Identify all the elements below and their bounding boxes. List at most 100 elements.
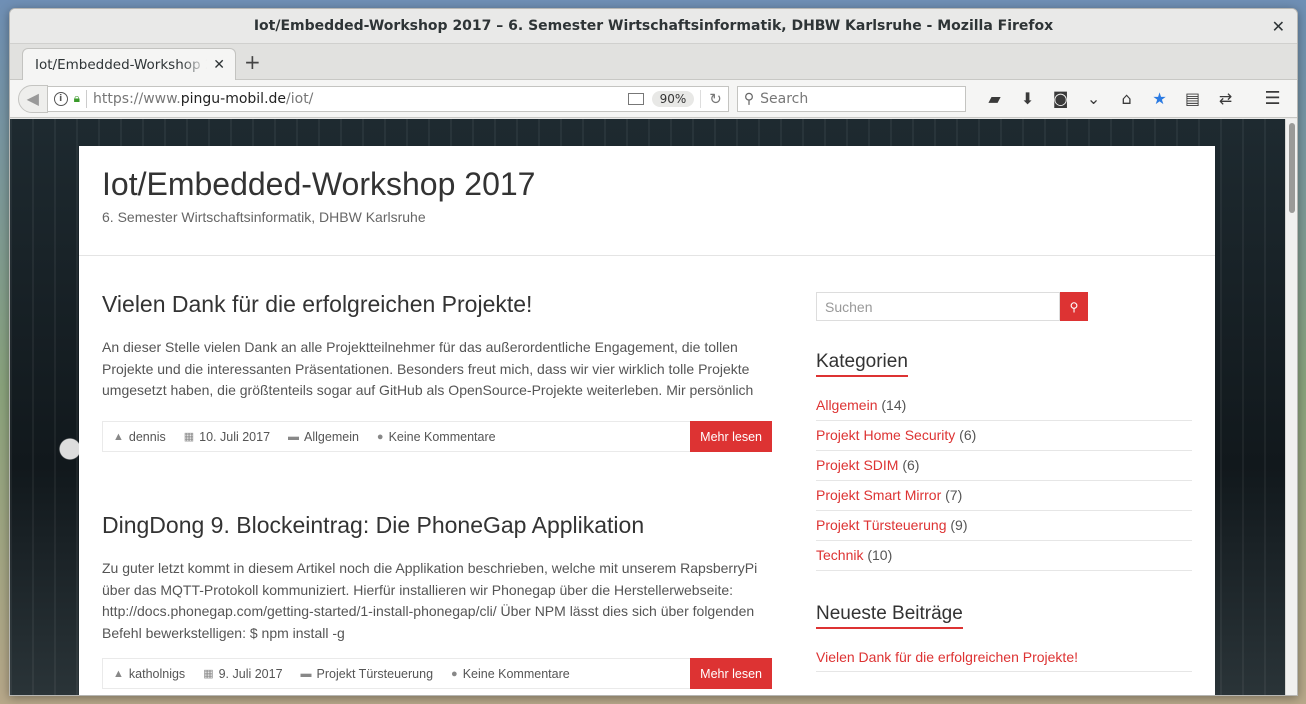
post-comments[interactable]: ● Keine Kommentare [377, 430, 496, 444]
category-count: (14) [877, 397, 907, 413]
reload-icon[interactable]: ↻ [700, 89, 722, 108]
zoom-indicator[interactable]: 90% [651, 90, 695, 107]
url-path: /iot/ [286, 90, 314, 107]
author-name: katholnigs [128, 666, 186, 681]
user-icon: ▲ [113, 430, 124, 443]
tab-close-icon[interactable]: ✕ [213, 57, 225, 73]
category-item: Projekt Home Security (6) [816, 421, 1192, 451]
screenshot-icon[interactable]: ◙ [1044, 89, 1077, 108]
url-prefix: https://www. [93, 90, 181, 107]
category-count: (10) [863, 547, 893, 563]
dropdown-icon[interactable]: ⌄ [1077, 89, 1110, 108]
post-date[interactable]: ▦ 10. Juli 2017 [184, 430, 270, 444]
category-item: Technik (10) [816, 541, 1192, 571]
url-text[interactable]: https://www.pingu-mobil.de/iot/ [93, 91, 628, 107]
folder-icon: ▬ [288, 430, 300, 443]
url-bar[interactable]: i 🔒︎ https://www.pingu-mobil.de/iot/ 90%… [47, 85, 729, 112]
post-author[interactable]: ▲ katholnigs [113, 667, 185, 681]
post-author[interactable]: ▲ dennis [113, 430, 166, 444]
sync-icon[interactable]: ⇄ [1209, 89, 1242, 108]
date-text: 10. Juli 2017 [199, 429, 271, 444]
comment-icon: ● [376, 430, 384, 443]
sidebar: ⚲ Kategorien Allgemein (14) Projekt Home… [816, 292, 1192, 672]
category-link[interactable]: Projekt SDIM [816, 457, 898, 473]
search-bar[interactable]: ⚲ Search [736, 85, 967, 112]
comments-text: Keine Kommentare [462, 666, 570, 681]
sidebar-search-input[interactable] [816, 292, 1060, 321]
recent-post-item: Vielen Dank für die erfolgreichen Projek… [816, 649, 1192, 672]
calendar-icon: ▦ [203, 668, 214, 680]
lock-icon: 🔒︎ [73, 91, 81, 105]
browser-window: Iot/Embedded-Workshop 2017 – 6. Semester… [9, 8, 1298, 696]
site-title[interactable]: Iot/Embedded-Workshop 2017 [102, 166, 1215, 203]
recent-posts-widget: Neueste Beiträge Vielen Dank für die erf… [816, 603, 1192, 672]
categories-widget: Kategorien Allgemein (14) Projekt Home S… [816, 351, 1192, 571]
home-icon[interactable]: ⌂ [1110, 89, 1143, 108]
page-container: Iot/Embedded-Workshop 2017 6. Semester W… [79, 146, 1215, 695]
category-item: Projekt Smart Mirror (7) [816, 481, 1192, 511]
read-more-button[interactable]: Mehr lesen [690, 658, 772, 689]
reading-list-icon[interactable]: ▤ [1176, 89, 1209, 108]
post-title[interactable]: DingDong 9. Blockeintrag: Die PhoneGap A… [102, 512, 772, 539]
comments-text: Keine Kommentare [388, 429, 496, 444]
category-link[interactable]: Projekt Home Security [816, 427, 955, 443]
category-text: Allgemein [304, 429, 359, 444]
post-item: DingDong 9. Blockeintrag: Die PhoneGap A… [102, 512, 772, 689]
post-meta: ▲ katholnigs ▦ 9. Juli 2017 ▬ Projekt Türst… [102, 658, 772, 689]
tab-label: Iot/Embedded-Workshop 2017 – 6. Semester [35, 56, 207, 73]
bookmark-star-icon[interactable]: ★ [1143, 89, 1176, 108]
post-category[interactable]: ▬ Projekt Türsteuerung [301, 667, 434, 681]
post-date[interactable]: ▦ 9. Juli 2017 [203, 667, 282, 681]
category-count: (6) [898, 457, 920, 473]
tab-active[interactable]: Iot/Embedded-Workshop 2017 – 6. Semester… [22, 48, 236, 80]
reader-view-icon[interactable] [627, 92, 644, 105]
window-close-icon[interactable]: ✕ [1272, 17, 1285, 36]
category-link[interactable]: Allgemein [816, 397, 877, 413]
calendar-icon: ▦ [183, 431, 195, 443]
navigation-toolbar: ◀ i 🔒︎ https://www.pingu-mobil.de/iot/ 9… [10, 80, 1297, 118]
read-more-button[interactable]: Mehr lesen [690, 421, 772, 452]
category-item: Projekt Türsteuerung (9) [816, 511, 1192, 541]
category-link[interactable]: Technik [816, 547, 863, 563]
post-excerpt: Zu guter letzt kommt in diesem Artikel n… [102, 560, 758, 641]
pocket-icon[interactable]: ▰ [978, 89, 1011, 108]
category-link[interactable]: Projekt Smart Mirror [816, 487, 941, 503]
back-button[interactable]: ◀ [18, 84, 48, 113]
comment-icon: ● [451, 667, 458, 680]
categories-title: Kategorien [816, 351, 908, 377]
toolbar-icons: ▰ ⬇ ◙ ⌄ ⌂ ★ ▤ ⇄ ☰ [978, 88, 1289, 109]
recent-posts-title: Neueste Beiträge [816, 603, 963, 629]
category-count: (7) [941, 487, 963, 503]
page-viewport: Iot/Embedded-Workshop 2017 6. Semester W… [10, 119, 1297, 695]
search-placeholder: Search [760, 90, 809, 107]
post-meta: ▲ dennis ▦ 10. Juli 2017 ▬ Allgemein ● Keine… [102, 421, 772, 452]
sidebar-search-button[interactable]: ⚲ [1060, 292, 1088, 321]
post-excerpt: An dieser Stelle vielen Dank an alle Pro… [102, 339, 754, 398]
back-arrow-icon: ◀ [26, 89, 39, 108]
window-title: Iot/Embedded-Workshop 2017 – 6. Semester… [253, 18, 1054, 34]
recent-posts-list: Vielen Dank für die erfolgreichen Projek… [816, 649, 1192, 672]
date-text: 9. Juli 2017 [218, 666, 283, 681]
category-count: (6) [955, 427, 977, 443]
search-icon: ⚲ [743, 90, 755, 107]
site-info-icon[interactable]: i [53, 91, 68, 106]
category-text: Projekt Türsteuerung [316, 666, 434, 681]
post-category[interactable]: ▬ Allgemein [288, 430, 359, 444]
post-item: Vielen Dank für die erfolgreichen Projek… [102, 291, 772, 452]
post-title[interactable]: Vielen Dank für die erfolgreichen Projek… [102, 291, 772, 318]
category-item: Projekt SDIM (6) [816, 451, 1192, 481]
post-list: Vielen Dank für die erfolgreichen Projek… [102, 291, 772, 689]
search-icon: ⚲ [1069, 299, 1079, 314]
new-tab-icon[interactable]: + [244, 52, 261, 72]
download-icon[interactable]: ⬇ [1011, 89, 1044, 108]
title-bar: Iot/Embedded-Workshop 2017 – 6. Semester… [10, 9, 1297, 44]
scrollbar-thumb[interactable] [1289, 123, 1295, 213]
vertical-scrollbar[interactable] [1285, 119, 1297, 695]
site-description: 6. Semester Wirtschaftsinformatik, DHBW … [102, 209, 426, 225]
post-comments[interactable]: ● Keine Kommentare [451, 667, 570, 681]
category-link[interactable]: Projekt Türsteuerung [816, 517, 946, 533]
category-item: Allgemein (14) [816, 391, 1192, 421]
site-header: Iot/Embedded-Workshop 2017 6. Semester W… [79, 146, 1215, 256]
recent-post-link[interactable]: Vielen Dank für die erfolgreichen Projek… [816, 649, 1078, 665]
hamburger-menu-icon[interactable]: ☰ [1256, 88, 1289, 109]
